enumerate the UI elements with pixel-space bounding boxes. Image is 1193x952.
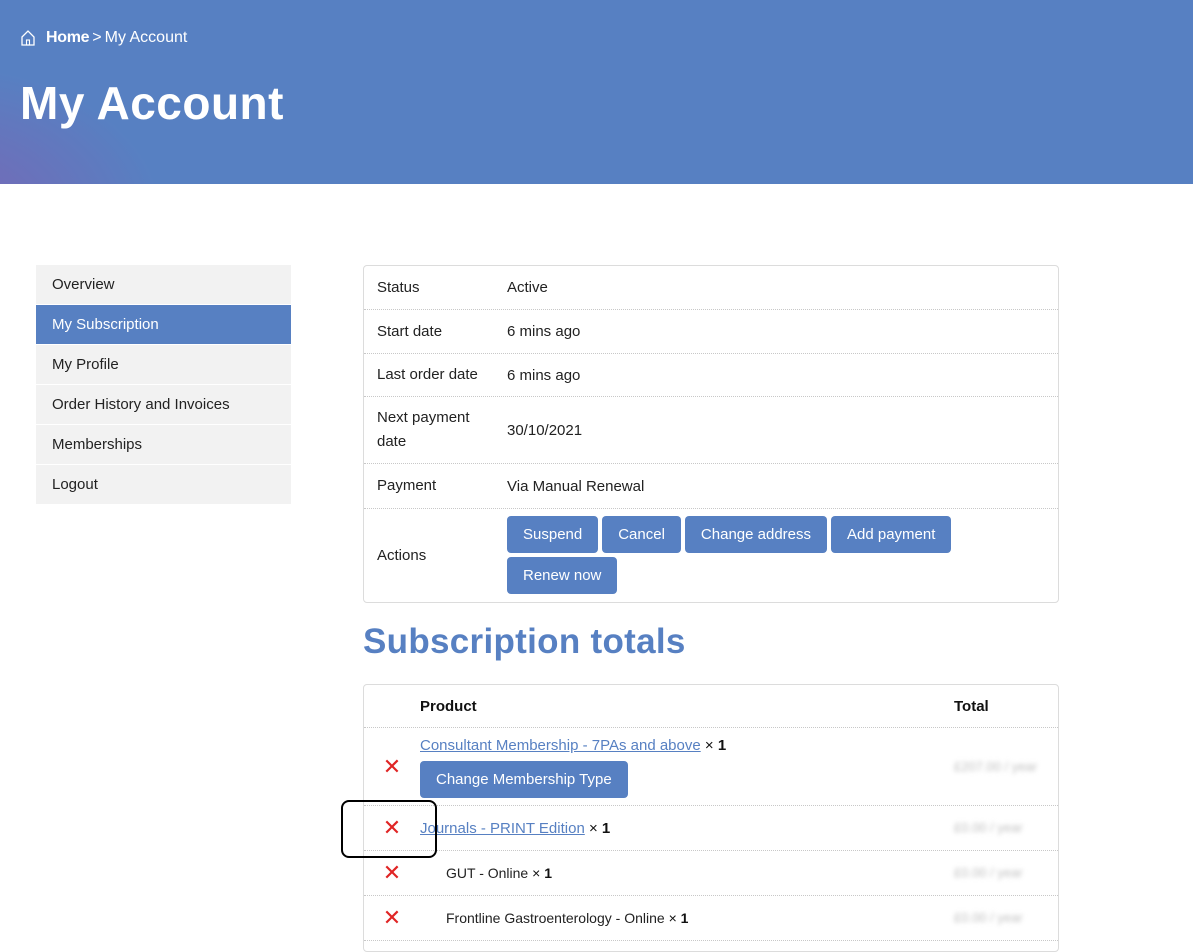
product-name: Frontline Gastroenterology - Online — [446, 910, 665, 926]
sidebar-item-my-profile[interactable]: My Profile — [36, 345, 291, 385]
last-order-date-row: Last order date 6 mins ago — [364, 354, 1058, 397]
last-order-date-value: 6 mins ago — [507, 366, 581, 384]
table-row: ✕ GUT - Online × 1 £0.00 / year — [364, 851, 1058, 896]
qty-value: 1 — [601, 819, 611, 837]
actions-label: Actions — [377, 546, 427, 564]
start-date-label: Start date — [377, 322, 443, 340]
breadcrumb-current: My Account — [104, 29, 188, 46]
next-payment-date-row: Next payment date 30/10/2021 — [364, 397, 1058, 464]
status-row: Status Active — [364, 266, 1058, 310]
table-row: ✕ Consultant Membership - 7PAs and above… — [364, 728, 1058, 806]
next-payment-date-value: 30/10/2021 — [507, 421, 583, 439]
close-icon[interactable]: ✕ — [383, 755, 401, 778]
payment-row: Payment Via Manual Renewal — [364, 464, 1058, 509]
qty-value: 1 — [544, 865, 552, 881]
change-membership-type-button[interactable]: Change Membership Type — [420, 761, 628, 798]
qty-value: 1 — [717, 737, 727, 754]
actions-row: Actions Suspend Cancel Change address Ad… — [364, 509, 1058, 602]
change-address-button[interactable]: Change address — [684, 515, 827, 553]
qty-value: 1 — [680, 910, 689, 926]
breadcrumb-separator: > — [92, 29, 102, 46]
start-date-value: 6 mins ago — [507, 323, 581, 340]
total-column-header: Total — [954, 697, 989, 715]
status-value: Active — [507, 279, 548, 296]
payment-value: Via Manual Renewal — [507, 477, 645, 495]
payment-label: Payment — [377, 477, 437, 494]
breadcrumb: Home > My Account — [20, 29, 187, 47]
qty-separator: × — [704, 737, 714, 754]
subscription-totals-heading: Subscription totals — [363, 622, 686, 661]
table-row-partial — [364, 941, 1058, 951]
row-total: £207.00 / year — [954, 758, 1038, 774]
page-header: Home > My Account My Account — [0, 0, 1193, 184]
sidebar-item-memberships[interactable]: Memberships — [36, 425, 291, 465]
suspend-button[interactable]: Suspend — [507, 515, 599, 553]
totals-header-row: Product Total — [364, 685, 1058, 728]
home-icon[interactable] — [20, 29, 36, 47]
sidebar-item-logout[interactable]: Logout — [36, 465, 291, 505]
qty-separator: × — [532, 865, 541, 881]
table-row: ✕ Journals - PRINT Edition × 1 £0.00 / y… — [364, 806, 1058, 851]
close-icon[interactable]: ✕ — [383, 907, 401, 929]
breadcrumb-home-link[interactable]: Home — [46, 29, 90, 47]
table-row: ✕ Frontline Gastroenterology - Online × … — [364, 896, 1058, 941]
subscription-totals-table: Product Total ✕ Consultant Membership - … — [363, 684, 1059, 952]
qty-separator: × — [668, 910, 677, 926]
product-name: GUT - Online — [446, 865, 529, 881]
start-date-row: Start date 6 mins ago — [364, 310, 1058, 354]
renew-now-button[interactable]: Renew now — [507, 556, 618, 594]
row-total: £0.00 / year — [954, 910, 1023, 925]
qty-separator: × — [588, 819, 598, 837]
sidebar-item-my-subscription[interactable]: My Subscription — [36, 305, 291, 345]
product-column-header: Product — [420, 697, 477, 715]
close-icon[interactable]: ✕ — [383, 817, 401, 839]
next-payment-date-label: Next payment date — [377, 409, 470, 450]
status-label: Status — [377, 278, 420, 296]
account-sidebar: Overview My Subscription My Profile Orde… — [36, 265, 291, 505]
subscription-details-table: Status Active Start date 6 mins ago Last… — [363, 265, 1059, 603]
product-link[interactable]: Journals - PRINT Edition — [420, 820, 585, 837]
row-total: £0.00 / year — [954, 820, 1023, 835]
actions-group: Suspend Cancel Change address Add paymen… — [507, 508, 987, 604]
page-title: My Account — [20, 77, 284, 129]
last-order-date-label: Last order date — [377, 366, 478, 383]
sidebar-item-overview[interactable]: Overview — [36, 265, 291, 305]
cancel-button[interactable]: Cancel — [602, 515, 681, 553]
sidebar-item-order-history[interactable]: Order History and Invoices — [36, 385, 291, 425]
close-icon[interactable]: ✕ — [383, 862, 401, 884]
row-total: £0.00 / year — [954, 865, 1023, 880]
product-link[interactable]: Consultant Membership - 7PAs and above — [420, 737, 701, 754]
add-payment-button[interactable]: Add payment — [831, 515, 952, 553]
